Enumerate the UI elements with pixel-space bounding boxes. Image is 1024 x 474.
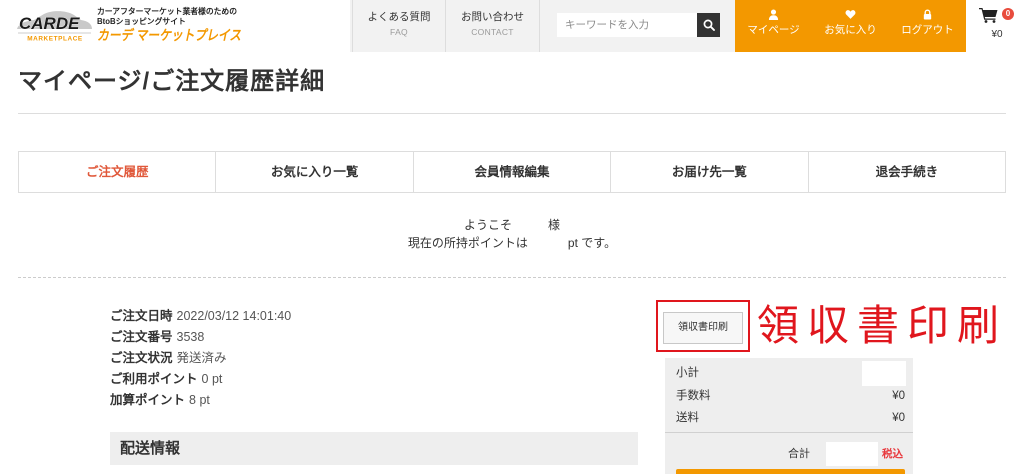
shipping-info-heading: 配送情報 — [110, 432, 638, 465]
site-name: カーデ マーケットプレイス — [97, 27, 242, 43]
order-status-row: ご注文状況 発送済み — [110, 348, 630, 369]
tab-withdrawal[interactable]: 退会手続き — [807, 152, 1005, 192]
cart-link[interactable]: 0 ¥0 — [966, 0, 1024, 52]
nav-faq-sublabel: FAQ — [390, 27, 408, 37]
greeting-suffix: 様 — [548, 218, 561, 232]
points-prefix: 現在の所持ポイントは — [407, 236, 528, 250]
shipping-fee-value: ¥0 — [892, 412, 905, 424]
used-points-label: ご利用ポイント — [110, 372, 198, 386]
nav-contact-label: お問い合わせ — [461, 11, 524, 23]
order-date-label: ご注文日時 — [110, 309, 173, 323]
earned-points-row: 加算ポイント 8 pt — [110, 390, 630, 411]
order-status-label: ご注文状況 — [110, 351, 173, 365]
order-summary: 小計 手数料 ¥0 送料 ¥0 合計 税込 — [665, 358, 913, 474]
mypage-link[interactable]: マイページ — [735, 0, 812, 52]
order-number-value: 3538 — [176, 330, 205, 344]
tab-member-info[interactable]: 会員情報編集 — [412, 152, 610, 192]
earned-points-value: 8 pt — [189, 393, 210, 407]
subtotal-label: 小計 — [676, 367, 699, 379]
order-number-label: ご注文番号 — [110, 330, 173, 344]
user-menu: マイページ お気に入り ログアウト — [735, 0, 966, 52]
search-input[interactable] — [557, 13, 697, 37]
tab-order-history[interactable]: ご注文履歴 — [19, 152, 215, 192]
greeting-line: ようこそ 様 — [0, 216, 1024, 234]
nav-faq-link[interactable]: よくある質問 FAQ — [352, 0, 445, 52]
order-status-value: 発送済み — [176, 351, 227, 365]
summary-action-button[interactable] — [676, 469, 905, 474]
order-date-row: ご注文日時 2022/03/12 14:01:40 — [110, 306, 630, 327]
nav-faq-label: よくある質問 — [367, 11, 431, 23]
logout-label: ログアウト — [901, 24, 954, 36]
site-header: CARDE MARKETPLACE カーアフターマーケット業者様のための Bto… — [0, 0, 1024, 52]
site-tagline-line-2: BtoBショッピングサイト — [97, 17, 186, 26]
cart-count-badge: 0 — [1002, 8, 1014, 20]
nav-contact-link[interactable]: お問い合わせ CONTACT — [445, 0, 540, 52]
nav-contact-sublabel: CONTACT — [471, 27, 514, 37]
points-suffix: pt です。 — [567, 236, 617, 250]
points-line: 現在の所持ポイントは pt です。 — [0, 234, 1024, 252]
cart-total: ¥0 — [991, 29, 1003, 40]
tab-favorites[interactable]: お気に入り一覧 — [215, 152, 412, 192]
cart-icon — [979, 7, 998, 23]
total-label: 合計 — [788, 448, 810, 460]
fee-value: ¥0 — [892, 390, 905, 402]
fee-row: 手数料 ¥0 — [676, 385, 905, 407]
section-divider — [18, 277, 1006, 278]
carde-logo: CARDE MARKETPLACE — [17, 11, 92, 43]
logo-brand-text: CARDE — [19, 14, 80, 33]
greeting-prefix: ようこそ — [463, 218, 512, 232]
tax-included-note: 税込 — [882, 448, 903, 460]
earned-points-label: 加算ポイント — [110, 393, 186, 407]
welcome-message: ようこそ 様 現在の所持ポイントは pt です。 — [0, 216, 1024, 252]
lock-icon — [922, 9, 933, 20]
order-date-value: 2022/03/12 14:01:40 — [176, 309, 292, 323]
used-points-value: 0 pt — [201, 372, 223, 386]
search-button[interactable] — [697, 13, 720, 37]
subtotal-value-redacted — [862, 361, 906, 386]
order-number-row: ご注文番号 3538 — [110, 327, 630, 348]
heart-icon — [845, 9, 856, 20]
site-tagline-line-1: カーアフターマーケット業者様のための — [97, 7, 238, 16]
title-divider — [18, 113, 1006, 114]
fee-label: 手数料 — [676, 390, 711, 402]
total-value-redacted — [826, 442, 878, 466]
summary-divider — [665, 432, 913, 433]
shipping-fee-label: 送料 — [676, 412, 699, 424]
person-icon — [768, 9, 779, 20]
used-points-row: ご利用ポイント 0 pt — [110, 369, 630, 390]
mypage-tabs: ご注文履歴 お気に入り一覧 会員情報編集 お届け先一覧 退会手続き — [18, 151, 1006, 193]
shipping-fee-row: 送料 ¥0 — [676, 407, 905, 429]
logo-sub-text: MARKETPLACE — [27, 36, 83, 43]
print-receipt-button[interactable]: 領収書印刷 — [663, 312, 743, 344]
annotation-label: 領収書印刷 — [757, 301, 1008, 350]
mypage-label: マイページ — [747, 24, 800, 36]
logout-link[interactable]: ログアウト — [889, 0, 966, 52]
search-icon — [703, 19, 715, 31]
site-logo-link[interactable]: CARDE MARKETPLACE カーアフターマーケット業者様のための Bto… — [0, 0, 350, 52]
order-info: ご注文日時 2022/03/12 14:01:40 ご注文番号 3538 ご注文状況… — [110, 306, 630, 411]
favorites-link[interactable]: お気に入り — [812, 0, 889, 52]
tab-delivery-addresses[interactable]: お届け先一覧 — [610, 152, 807, 192]
page-title: マイページ/ご注文履歴詳細 — [18, 68, 326, 95]
favorites-label: お気に入り — [824, 24, 877, 36]
